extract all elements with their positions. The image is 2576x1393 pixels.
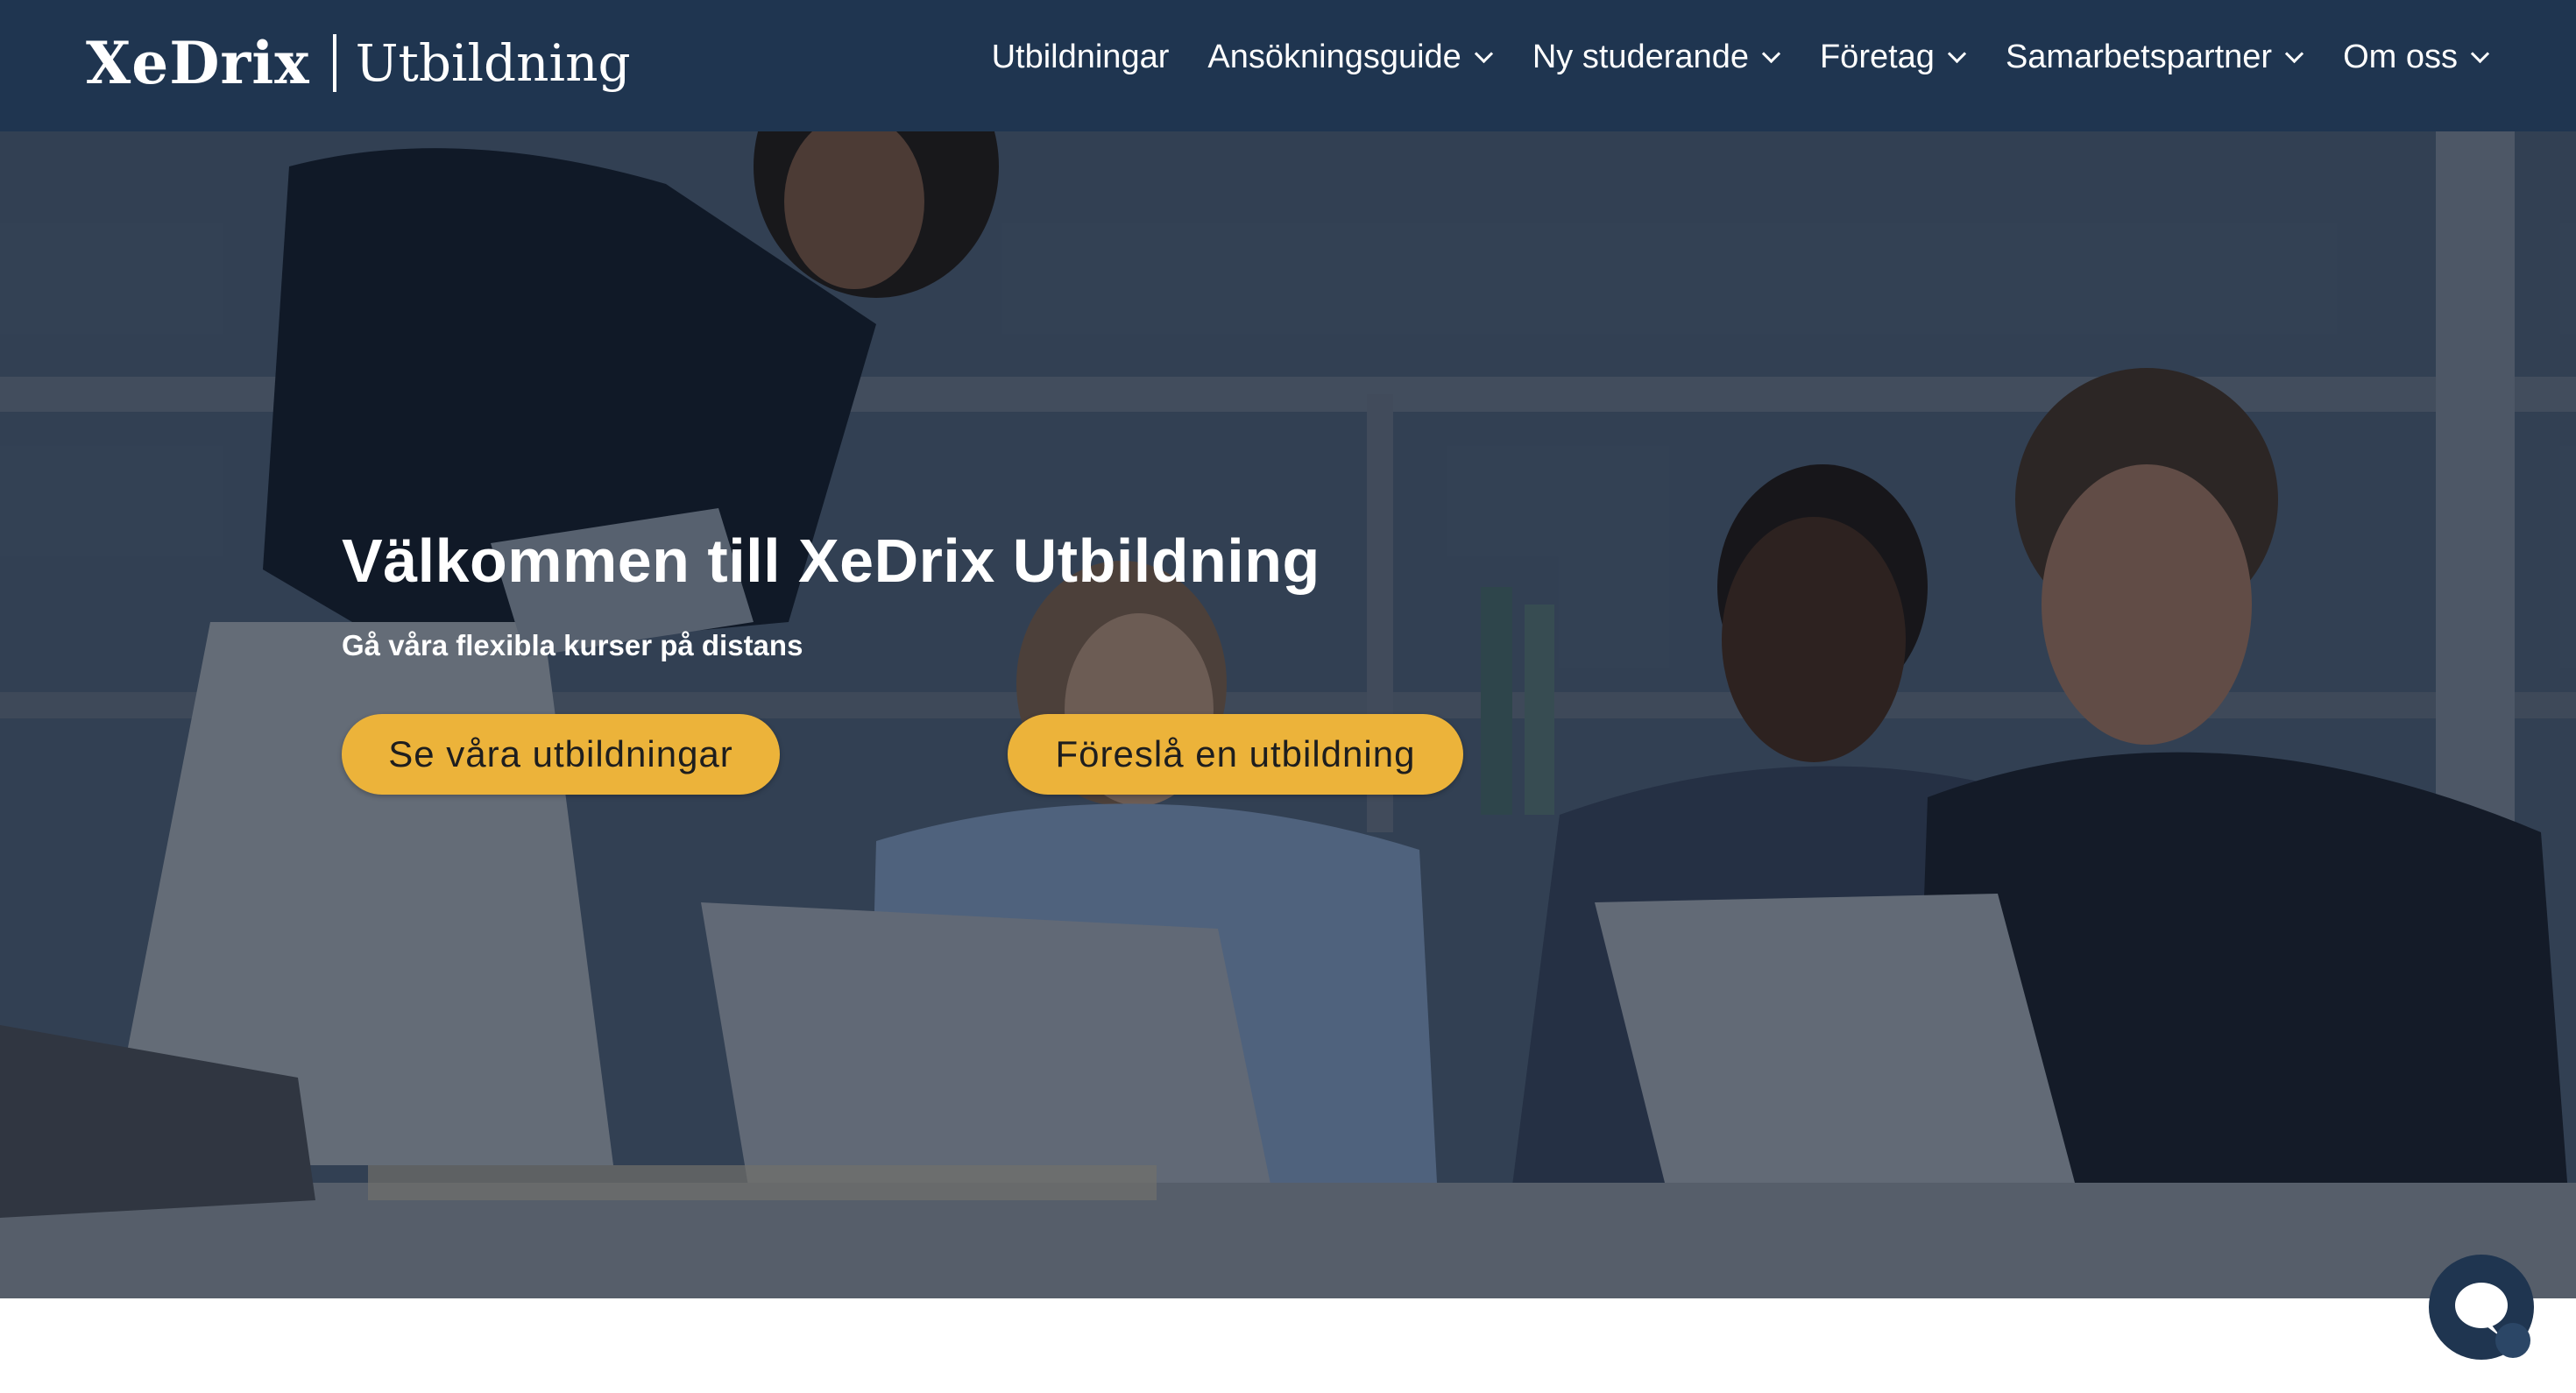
suggest-course-button[interactable]: Föreslå en utbildning (1008, 714, 1463, 795)
chevron-down-icon (1474, 44, 1493, 64)
brand-subtitle: Utbildning (355, 33, 631, 93)
nav-label: Utbildningar (991, 39, 1170, 75)
nav-item-ny-studerande[interactable]: Ny studerande (1532, 39, 1781, 76)
nav-item-ansokningsguide[interactable]: Ansökningsguide (1207, 39, 1493, 76)
nav-item-samarbetspartner[interactable]: Samarbetspartner (2006, 39, 2304, 76)
hero-content: Välkommen till XeDrix Utbildning Gå våra… (342, 526, 1320, 662)
nav-label: Ny studerande (1532, 39, 1749, 75)
main-nav: Utbildningar Ansökningsguide Ny studeran… (953, 39, 2490, 76)
nav-item-om-oss[interactable]: Om oss (2343, 39, 2490, 76)
brand-divider (332, 34, 336, 92)
nav-label: Företag (1819, 39, 1935, 75)
brand-name: XeDrix (86, 29, 310, 97)
site-logo[interactable]: XeDrix Utbildning (86, 28, 631, 98)
see-courses-button[interactable]: Se våra utbildningar (342, 714, 780, 795)
chevron-down-icon (1947, 44, 1967, 64)
chevron-down-icon (2470, 44, 2490, 64)
hero-title: Välkommen till XeDrix Utbildning (342, 527, 1320, 595)
hero-banner: Välkommen till XeDrix Utbildning Gå våra… (0, 131, 2576, 1298)
nav-item-utbildningar[interactable]: Utbildningar (992, 39, 1170, 76)
nav-item-foretag[interactable]: Företag (1820, 39, 1967, 76)
nav-label: Samarbetspartner (2005, 39, 2273, 75)
nav-label: Om oss (2343, 39, 2458, 75)
chevron-down-icon (1761, 44, 1781, 64)
nav-label: Ansökningsguide (1207, 39, 1461, 75)
hero-subtitle: Gå våra flexibla kurser på distans (342, 629, 803, 661)
chat-status-dot (2495, 1323, 2530, 1358)
chevron-down-icon (2284, 44, 2304, 64)
site-header: XeDrix Utbildning Utbildningar Ansökning… (0, 0, 2576, 131)
